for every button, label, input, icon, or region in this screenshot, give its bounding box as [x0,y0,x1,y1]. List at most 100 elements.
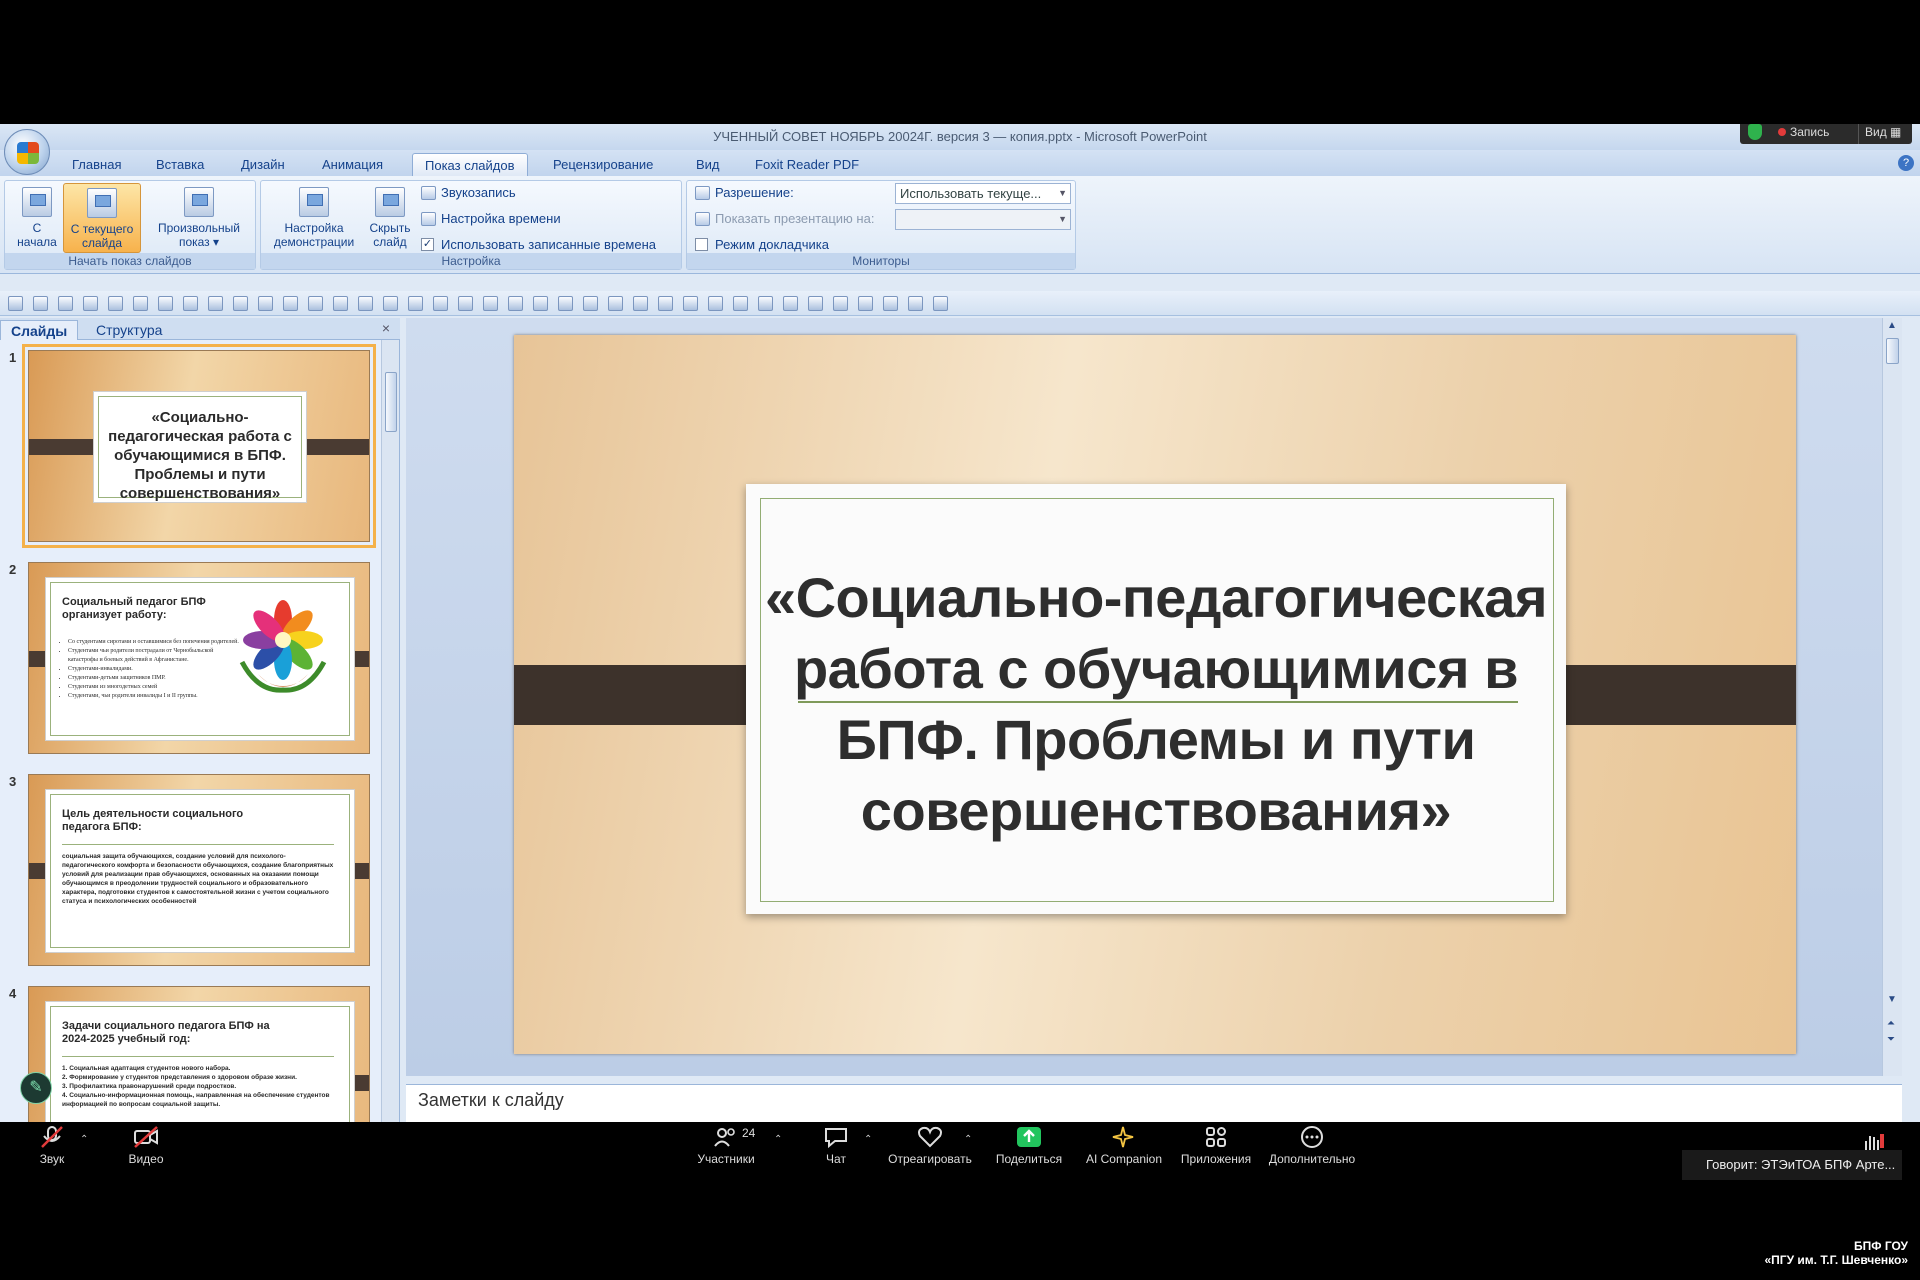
thumbnail-scrollbar[interactable] [381,340,399,1122]
slide-number: 1 [9,350,17,365]
toolbar-tool-icon[interactable] [8,296,23,311]
toolbar-tool-icon[interactable] [108,296,123,311]
chat-button[interactable]: Чат [818,1126,854,1166]
thumb-divider [62,844,334,845]
tab-design[interactable]: Дизайн [229,153,297,176]
rehearse-timings-button[interactable]: Настройка времени [419,209,561,229]
group-label-start: Начать показ слайдов [5,253,255,269]
setup-show-button[interactable]: Настройка демонстрации [265,183,363,253]
tab-animation[interactable]: Анимация [310,153,395,176]
scroll-thumb[interactable] [1886,338,1899,364]
toolbar-tool-icon[interactable] [133,296,148,311]
toolbar-tool-icon[interactable] [158,296,173,311]
toolbar-tool-icon[interactable] [508,296,523,311]
toolbar-tool-icon[interactable] [883,296,898,311]
tab-foxit[interactable]: Foxit Reader PDF [743,153,871,176]
tab-slides[interactable]: Слайды [0,320,79,340]
toolbar-tool-icon[interactable] [358,296,373,311]
slide-title[interactable]: «Социально-педагогическая работа с обуча… [756,562,1556,846]
help-icon[interactable]: ? [1898,155,1914,171]
slide-thumbnail-2[interactable]: Социальный педагог БПФ организует работу… [28,562,370,754]
ai-companion-button[interactable]: AI Companion [1082,1126,1166,1166]
share-button[interactable]: Поделиться [994,1126,1064,1166]
annotate-pen-icon[interactable]: ✎ [20,1072,52,1104]
video-button[interactable]: Видео [126,1126,166,1166]
toolbar-tool-icon[interactable] [683,296,698,311]
audio-button[interactable]: Звук [36,1126,68,1166]
toolbar-tool-icon[interactable] [858,296,873,311]
current-slide[interactable]: «Социально-педагогическая работа с обуча… [514,335,1796,1054]
chevron-down-icon: ▼ [1058,188,1067,198]
office-button[interactable] [4,129,50,175]
presenter-view-checkbox[interactable]: Режим докладчика [693,235,829,255]
toolbar-tool-icon[interactable] [808,296,823,311]
chat-caret-icon[interactable]: ⌃ [864,1134,872,1145]
toolbar-tool-icon[interactable] [333,296,348,311]
meeting-toolbar: Звук ⌃ Видео Участники 24 ⌃ Чат ⌃ Отреаг… [0,1122,1920,1178]
toolbar-tool-icon[interactable] [233,296,248,311]
close-icon[interactable]: × [382,320,390,336]
tab-slideshow[interactable]: Показ слайдов [412,153,528,176]
slide-thumbnail-1[interactable]: «Социально-педагогическая работа с обуча… [22,344,376,548]
custom-show-button[interactable]: Произвольный показ ▾ [147,183,251,253]
record-narration-button[interactable]: Звукозапись [419,183,516,203]
toolbar-tool-icon[interactable] [83,296,98,311]
toolbar-tool-icon[interactable] [458,296,473,311]
from-current-button[interactable]: С текущего слайда [63,183,141,253]
toolbar-tool-icon[interactable] [258,296,273,311]
toolbar-tool-icon[interactable] [533,296,548,311]
tab-outline[interactable]: Структура [86,320,172,340]
setup-icon [299,187,329,217]
toolbar-tool-icon[interactable] [633,296,648,311]
slide-thumbnail-3[interactable]: Цель деятельности социального педагога Б… [28,774,370,966]
from-start-button[interactable]: Сначала [9,183,65,253]
use-timings-checkbox[interactable]: ✓ Использовать записанные времена [419,235,656,255]
toolbar-tool-icon[interactable] [658,296,673,311]
toolbar-tool-icon[interactable] [483,296,498,311]
tab-review[interactable]: Рецензирование [541,153,665,176]
prev-slide-icon[interactable]: ⏶ [1887,1018,1895,1029]
toolbar-tool-icon[interactable] [583,296,598,311]
scroll-up-icon[interactable]: ▲ [1887,320,1897,331]
toolbar-tool-icon[interactable] [283,296,298,311]
scroll-thumb[interactable] [385,372,397,432]
participants-caret-icon[interactable]: ⌃ [774,1134,782,1145]
view-button[interactable]: Вид ▦ [1858,124,1901,144]
react-button[interactable]: Отреагировать [886,1126,974,1166]
toolbar-tool-icon[interactable] [433,296,448,311]
next-slide-icon[interactable]: ⏷ [1887,1034,1895,1045]
toolbar-tool-icon[interactable] [408,296,423,311]
toolbar-tool-icon[interactable] [33,296,48,311]
apps-button[interactable]: Приложения [1178,1126,1254,1166]
editor-scrollbar[interactable]: ▲ ▼ ⏶ ⏷ [1882,318,1902,1076]
hide-slide-button[interactable]: Скрыть слайд [365,183,415,253]
toolbar-tool-icon[interactable] [708,296,723,311]
thumb-body: социальная защита обучающихся, создание … [62,853,334,905]
toolbar-tool-icon[interactable] [183,296,198,311]
scroll-down-icon[interactable]: ▼ [1887,994,1897,1005]
notes-pane[interactable]: Заметки к слайду [406,1084,1902,1122]
audio-caret-icon[interactable]: ⌃ [80,1134,88,1145]
tab-home[interactable]: Главная [60,153,133,176]
tab-insert[interactable]: Вставка [144,153,216,176]
slide-thumbnail-4[interactable]: Задачи социального педагога БПФ на 2024-… [28,986,370,1122]
toolbar-tool-icon[interactable] [833,296,848,311]
toolbar-tool-icon[interactable] [783,296,798,311]
tab-view[interactable]: Вид [684,153,732,176]
toolbar-tool-icon[interactable] [383,296,398,311]
toolbar-tool-icon[interactable] [758,296,773,311]
toolbar-tool-icon[interactable] [608,296,623,311]
more-button[interactable]: Дополнительно [1266,1126,1358,1166]
toolbar-tool-icon[interactable] [208,296,223,311]
react-caret-icon[interactable]: ⌃ [964,1134,972,1145]
toolbar-tool-icon[interactable] [933,296,948,311]
thumb-title: Социальный педагог БПФ организует работу… [62,596,206,621]
resolution-combo[interactable]: Использовать текуще... ▼ [895,183,1071,204]
toolbar-tool-icon[interactable] [908,296,923,311]
recording-indicator[interactable]: Запись Вид ▦ [1740,124,1912,144]
toolbar-tool-icon[interactable] [733,296,748,311]
toolbar-tool-icon[interactable] [58,296,73,311]
toolbar-tool-icon[interactable] [558,296,573,311]
show-on-combo[interactable]: ▼ [895,209,1071,230]
toolbar-tool-icon[interactable] [308,296,323,311]
